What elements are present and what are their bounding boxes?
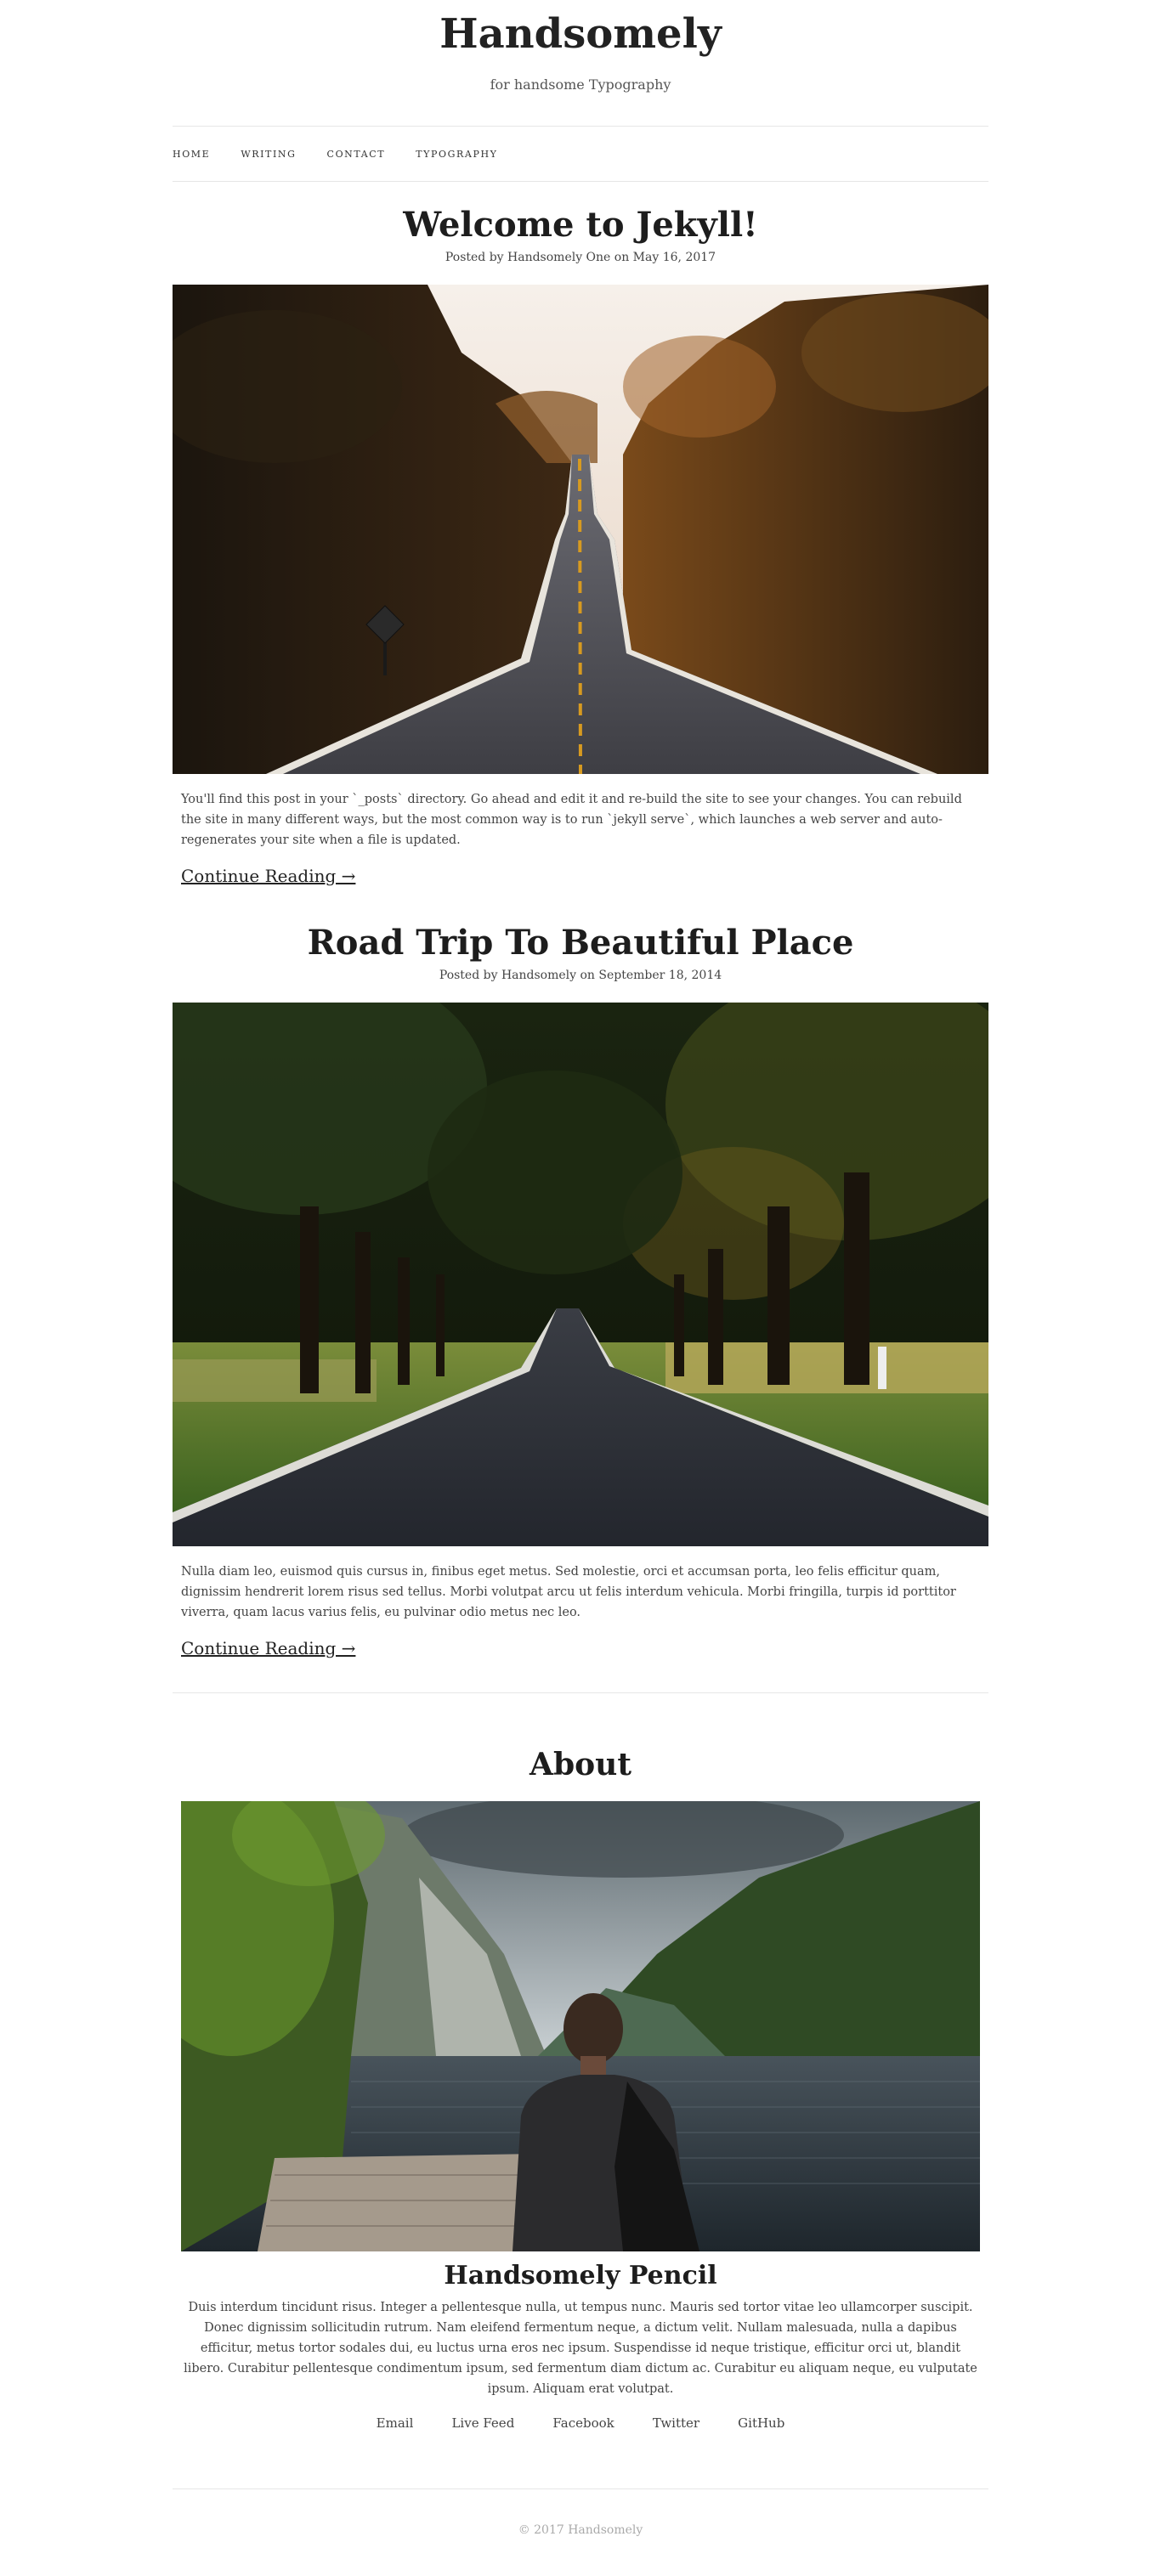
post-meta: Posted by Handsomely One on May 16, 2017 — [445, 251, 716, 264]
about-heading: About — [530, 1747, 631, 1782]
road-autumn-illustration — [173, 285, 988, 774]
post-excerpt: Nulla diam leo, euismod quis cursus in, … — [181, 1565, 956, 1619]
continue-reading-link[interactable]: Continue Reading → — [181, 1638, 355, 1658]
post-meta: Posted by Handsomely on September 18, 20… — [439, 969, 722, 982]
main-nav: HOME WRITING CONTACT TYPOGRAPHY — [173, 126, 988, 182]
social-link-github[interactable]: GitHub — [738, 2415, 784, 2431]
nav-item-writing[interactable]: WRITING — [241, 149, 296, 160]
continue-reading-link[interactable]: Continue Reading → — [181, 866, 355, 886]
lake-illustration — [181, 1801, 980, 2251]
post-image-road-autumn[interactable] — [173, 285, 988, 774]
post-card: Road Trip To Beautiful Place Posted by H… — [173, 922, 988, 1658]
site-header: Handsomely for handsome Typography — [173, 0, 988, 93]
social-links: Email Live Feed Facebook Twitter GitHub — [173, 2415, 988, 2431]
social-link-twitter[interactable]: Twitter — [653, 2415, 699, 2431]
post-card: Welcome to Jekyll! Posted by Handsomely … — [173, 204, 988, 886]
social-link-facebook[interactable]: Facebook — [552, 2415, 614, 2431]
about-section: About Handsomely Pencil Duis interdum ti… — [173, 1746, 988, 2431]
tree-road-illustration — [173, 1003, 988, 1546]
post-title[interactable]: Road Trip To Beautiful Place — [173, 922, 988, 964]
social-link-live-feed[interactable]: Live Feed — [451, 2415, 514, 2431]
post-excerpt: You'll find this post in your `_posts` d… — [181, 793, 962, 847]
footer-divider — [173, 2488, 988, 2489]
site-tagline: for handsome Typography — [490, 76, 671, 93]
site-title[interactable]: Handsomely — [173, 0, 988, 59]
social-link-email[interactable]: Email — [377, 2415, 414, 2431]
nav-item-home[interactable]: HOME — [173, 149, 210, 160]
nav-item-contact[interactable]: CONTACT — [327, 149, 386, 160]
about-author-name: Handsomely Pencil — [444, 2261, 717, 2291]
post-image-tree-lined-road[interactable] — [173, 1003, 988, 1546]
footer-copyright: © 2017 Handsomely — [518, 2523, 643, 2537]
section-divider — [173, 1692, 988, 1693]
about-bio: Duis interdum tincidunt risus. Integer a… — [184, 2301, 977, 2396]
nav-item-typography[interactable]: TYPOGRAPHY — [416, 149, 497, 160]
about-image-lake — [181, 1801, 980, 2251]
post-title[interactable]: Welcome to Jekyll! — [173, 204, 988, 246]
